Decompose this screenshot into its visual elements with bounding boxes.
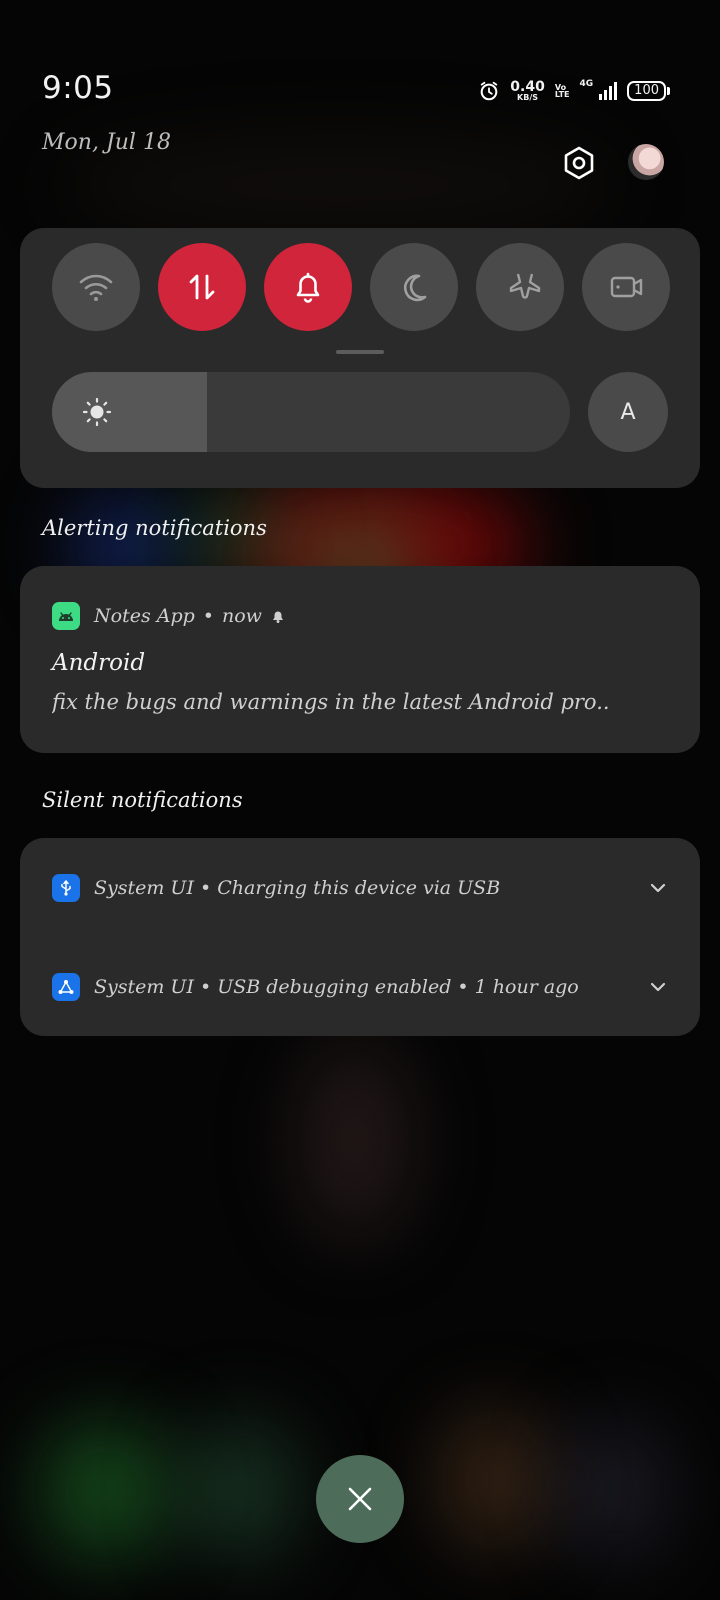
- auto-brightness-button[interactable]: A: [588, 372, 668, 452]
- notification-title: Android: [52, 650, 146, 676]
- silent-section-label: Silent notifications: [42, 788, 243, 812]
- silent-notifications-card: System UI • Charging this device via USB…: [20, 838, 700, 1036]
- user-avatar[interactable]: [628, 144, 664, 180]
- net-speed: 0.40 KB/S: [510, 80, 545, 102]
- battery-level: 100: [627, 81, 666, 101]
- debug-icon: [52, 973, 80, 1001]
- settings-gear-icon: [564, 146, 594, 180]
- usb-icon: [52, 874, 80, 902]
- meta-separator: •: [202, 605, 214, 627]
- volte-bottom: LTE: [554, 90, 570, 99]
- status-time: 9:05: [42, 70, 114, 106]
- close-icon: [348, 1487, 372, 1511]
- wifi-icon: [79, 274, 113, 301]
- notification-body: fix the bugs and warnings in the latest …: [52, 690, 610, 714]
- tile-sound[interactable]: [264, 243, 352, 331]
- alarm-icon: [480, 81, 498, 101]
- alert-bell-icon: [272, 611, 283, 623]
- expand-chevron-icon[interactable]: [648, 977, 668, 997]
- sun-icon: [82, 397, 112, 427]
- notification-time: now: [222, 605, 262, 627]
- brightness-slider[interactable]: [52, 372, 570, 452]
- settings-button[interactable]: [559, 143, 599, 183]
- status-icons: 0.40 KB/S Vo LTE 4G 100: [478, 76, 670, 106]
- tile-dark-mode[interactable]: [370, 243, 458, 331]
- net-speed-value: 0.40: [510, 79, 545, 95]
- expand-chevron-icon[interactable]: [648, 878, 668, 898]
- quick-settings-panel: A: [20, 228, 700, 488]
- tile-wifi[interactable]: [52, 243, 140, 331]
- bell-icon: [296, 272, 320, 303]
- mobile-data-icon: [189, 274, 215, 300]
- drag-handle[interactable]: [336, 350, 384, 354]
- tile-mobile-data[interactable]: [158, 243, 246, 331]
- silent-notification-text: System UI • USB debugging enabled • 1 ho…: [94, 976, 579, 998]
- screen-record-icon: [610, 276, 643, 298]
- signal-icon: [599, 82, 618, 100]
- notification-meta: Notes App • now: [94, 605, 286, 627]
- silent-notification-usb-debugging[interactable]: System UI • USB debugging enabled • 1 ho…: [52, 973, 668, 1001]
- brightness-fill: [52, 372, 208, 452]
- notification-app-name: Notes App: [94, 605, 195, 627]
- airplane-icon: [509, 273, 541, 299]
- notification-header: Notes App • now: [52, 602, 286, 630]
- clear-all-button[interactable]: [316, 1455, 404, 1543]
- silent-notification-usb-charging[interactable]: System UI • Charging this device via USB: [52, 874, 668, 902]
- network-type: 4G: [579, 79, 594, 89]
- silent-notification-text: System UI • Charging this device via USB: [94, 877, 501, 899]
- notes-notification[interactable]: Notes App • now Android fix the bugs and…: [20, 566, 700, 753]
- net-speed-unit: KB/S: [517, 93, 539, 102]
- alerting-section-label: Alerting notifications: [42, 516, 267, 540]
- tile-airplane-mode[interactable]: [476, 243, 564, 331]
- android-app-icon: [52, 602, 80, 630]
- tile-screen-record[interactable]: [582, 243, 670, 331]
- battery-icon: 100: [627, 81, 670, 101]
- volte-indicator: Vo LTE: [554, 83, 570, 99]
- date-label: Mon, Jul 18: [42, 130, 171, 155]
- quick-settings-tiles: [52, 243, 670, 331]
- moon-icon: [403, 274, 427, 302]
